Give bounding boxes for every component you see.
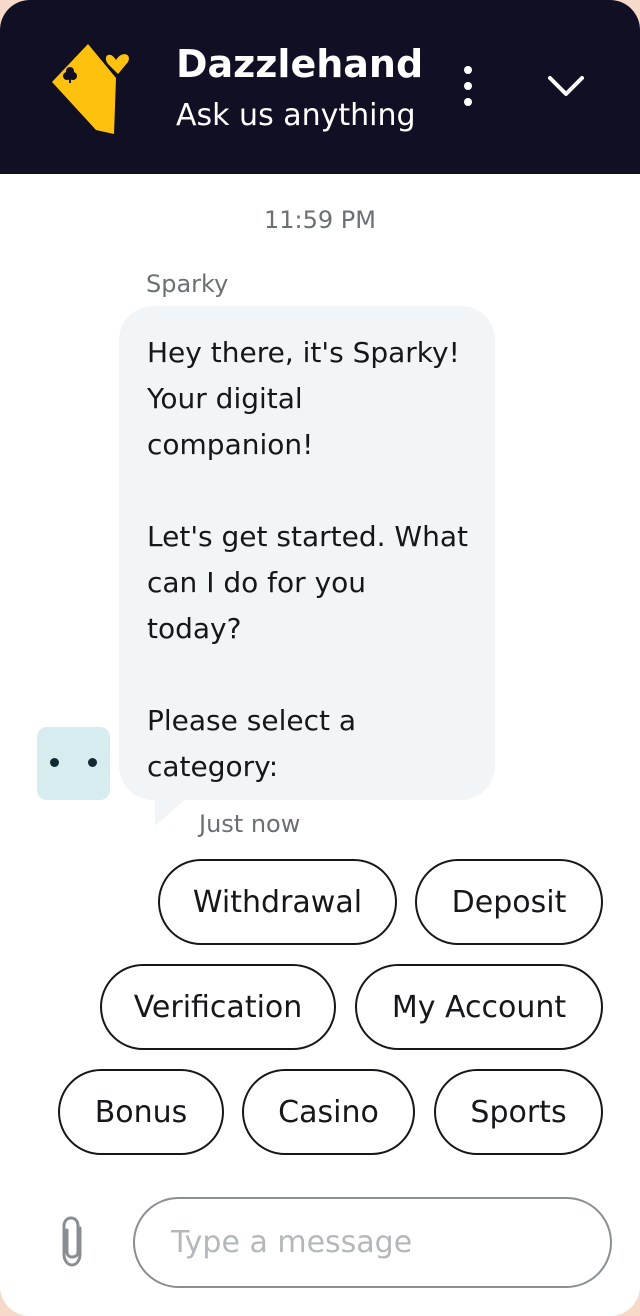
playing-card-logo-icon bbox=[40, 38, 136, 138]
header-tagline: Ask us anything bbox=[176, 98, 416, 133]
bubble-tail bbox=[155, 800, 185, 830]
category-verification-button[interactable]: Verification bbox=[100, 964, 336, 1050]
chat-header: Dazzlehand Ask us anything bbox=[0, 0, 640, 174]
category-casino-button[interactable]: Casino bbox=[242, 1069, 415, 1155]
bot-message-bubble: Hey there, it's Sparky! Your digital com… bbox=[119, 306, 495, 800]
category-withdrawal-button[interactable]: Withdrawal bbox=[158, 859, 397, 945]
conversation-timestamp: 11:59 PM bbox=[264, 206, 376, 234]
category-bonus-button[interactable]: Bonus bbox=[58, 1069, 224, 1155]
more-options-icon[interactable] bbox=[448, 60, 488, 112]
message-input[interactable] bbox=[133, 1197, 612, 1288]
chat-widget: Dazzlehand Ask us anything 11:59 PM Spar… bbox=[0, 0, 640, 1316]
message-time: Just now bbox=[199, 810, 301, 838]
category-sports-button[interactable]: Sports bbox=[434, 1069, 603, 1155]
chevron-down-icon[interactable] bbox=[540, 64, 592, 108]
category-my-account-button[interactable]: My Account bbox=[355, 964, 603, 1050]
brand-name: Dazzlehand bbox=[176, 42, 424, 86]
paperclip-icon[interactable] bbox=[52, 1214, 92, 1270]
bot-avatar bbox=[37, 727, 110, 800]
sender-name: Sparky bbox=[146, 270, 229, 298]
category-deposit-button[interactable]: Deposit bbox=[415, 859, 603, 945]
